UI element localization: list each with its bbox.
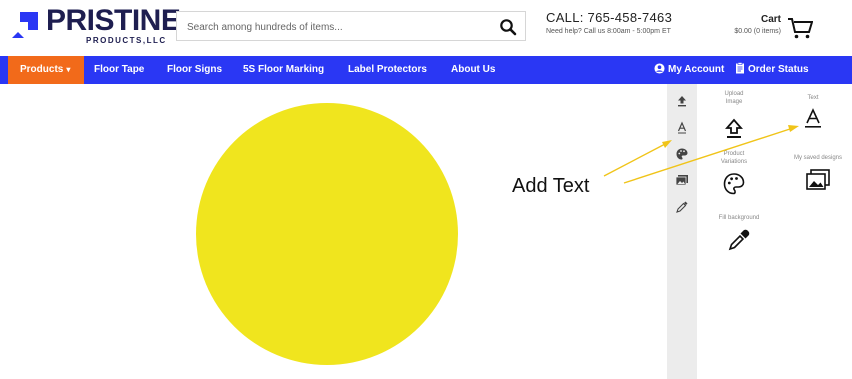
image-library-tool-icon[interactable] <box>675 173 689 187</box>
yellow-circle-shape[interactable] <box>196 103 458 365</box>
palette-icon <box>723 173 745 195</box>
site-header: PRISTINE PRODUCTS,LLC CALL: 765-458-7463… <box>0 0 852 55</box>
my-account-label: My Account <box>668 64 725 75</box>
nav-order-status[interactable]: Order Status <box>735 56 809 84</box>
text-tool-icon[interactable] <box>675 121 689 135</box>
support-hours: Need help? Call us 8:00am - 5:00pm ET <box>546 28 671 35</box>
text-a-icon <box>805 108 821 128</box>
design-canvas[interactable] <box>0 84 667 379</box>
nav-floor-tape[interactable]: Floor Tape <box>94 56 144 84</box>
call-info: CALL: 765-458-7463 Need help? Call us 8:… <box>546 10 672 35</box>
image-gallery-icon <box>806 169 830 190</box>
product-variations-label: Product Variations <box>720 151 748 165</box>
nav-label-protectors[interactable]: Label Protectors <box>348 56 427 84</box>
cart-button[interactable]: Cart $0.00 (0 items) <box>705 14 815 44</box>
saved-designs-label: My saved designs <box>793 155 843 161</box>
nav-products-dropdown[interactable]: Products ▾ <box>8 56 84 84</box>
clipboard-icon <box>736 62 744 74</box>
design-tools-panel: Upload Image Text Product Variations My … <box>697 84 852 379</box>
phone-number[interactable]: CALL: 765-458-7463 <box>546 10 672 25</box>
cart-icon <box>788 18 813 39</box>
chevron-down-icon: ▾ <box>66 65 71 74</box>
upload-image-label: Upload Image <box>724 91 744 105</box>
text-tile[interactable]: Text <box>783 94 843 130</box>
logo-text: PRISTINE <box>46 4 181 37</box>
main-nav: Products ▾ Floor Tape Floor Signs 5S Floo… <box>0 56 852 84</box>
upload-image-tile[interactable]: Upload Image <box>699 90 769 140</box>
upload-icon <box>725 118 743 138</box>
text-tile-label: Text <box>807 95 819 101</box>
account-icon <box>654 63 665 74</box>
pristine-logo[interactable]: PRISTINE PRODUCTS,LLC <box>10 5 181 48</box>
nav-my-account[interactable]: My Account <box>654 56 724 84</box>
nav-products-label: Products <box>20 64 64 75</box>
vertical-toolbar <box>667 84 697 379</box>
cart-label: Cart <box>760 14 781 25</box>
fill-background-tile[interactable]: Fill background <box>699 214 779 252</box>
product-variations-tile[interactable]: Product Variations <box>699 150 769 196</box>
search-input[interactable] <box>187 18 487 36</box>
logo-subtext: PRODUCTS,LLC <box>86 36 167 45</box>
logo-arrow-icon <box>12 12 38 38</box>
eyedropper-tool-icon[interactable] <box>675 200 689 214</box>
nav-about-us[interactable]: About Us <box>451 56 495 84</box>
palette-tool-icon[interactable] <box>675 147 689 161</box>
nav-5s-floor-marking[interactable]: 5S Floor Marking <box>243 56 324 84</box>
fill-background-label: Fill background <box>718 215 760 221</box>
search-icon[interactable] <box>499 18 517 36</box>
cart-summary: $0.00 (0 items) <box>734 28 781 35</box>
order-status-label: Order Status <box>748 64 809 75</box>
search-box <box>176 11 526 41</box>
eyedropper-icon <box>728 229 750 251</box>
saved-designs-tile[interactable]: My saved designs <box>785 154 851 192</box>
add-text-annotation: Add Text <box>512 175 590 197</box>
upload-tool-icon[interactable] <box>675 94 689 108</box>
nav-floor-signs[interactable]: Floor Signs <box>167 56 222 84</box>
